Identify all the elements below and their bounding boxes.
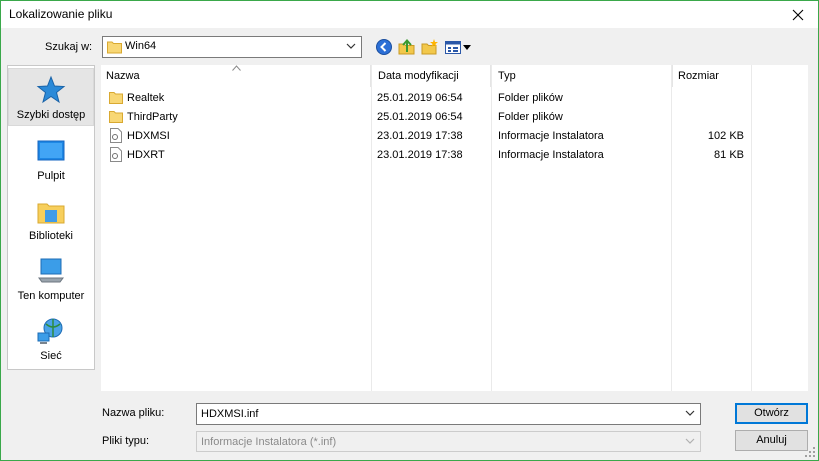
place-libraries[interactable]: Biblioteki [8, 188, 94, 246]
view-menu-button[interactable] [444, 38, 471, 56]
place-label: Pulpit [37, 170, 65, 182]
file-date: 23.01.2019 17:38 [377, 130, 463, 142]
desktop-icon [37, 140, 65, 161]
look-in-value: Win64 [125, 40, 157, 52]
chevron-down-icon [346, 43, 356, 49]
folder-icon [109, 92, 123, 104]
up-folder-icon[interactable] [398, 38, 416, 56]
close-icon [792, 9, 804, 20]
place-label: Biblioteki [28, 230, 74, 242]
places-bar: Szybki dostęp Pulpit Biblioteki Ten komp… [7, 65, 95, 370]
window-title: Lokalizowanie pliku [9, 7, 113, 21]
place-desktop[interactable]: Pulpit [8, 128, 94, 186]
folder-icon [109, 111, 123, 123]
file-type-value: Informacje Instalatora (*.inf) [201, 436, 337, 448]
file-type-label: Pliki typu: [102, 435, 150, 447]
resize-grip-icon[interactable] [805, 447, 815, 457]
column-header-type[interactable]: Typ [493, 65, 673, 87]
file-size: 81 KB [714, 149, 744, 161]
file-name-label: Nazwa pliku: [102, 407, 165, 419]
place-this-pc[interactable]: Ten komputer [8, 248, 94, 306]
file-list[interactable]: Nazwa Data modyfikacji Typ Rozmiar Realt… [101, 65, 808, 391]
column-header-size[interactable]: Rozmiar [673, 65, 751, 87]
chevron-down-icon [685, 438, 695, 444]
file-name-value: HDXMSI.inf [201, 408, 259, 420]
caret-down-icon [463, 45, 471, 50]
open-button[interactable]: Otwórz [735, 403, 808, 424]
network-icon [37, 318, 63, 344]
column-header-date[interactable]: Data modyfikacji [373, 65, 491, 87]
cancel-button[interactable]: Anuluj [735, 430, 808, 451]
inf-file-icon [110, 147, 122, 162]
file-open-dialog: Lokalizowanie pliku Szukaj w: Win64 Szyb… [0, 0, 819, 461]
table-row[interactable]: Realtek 25.01.2019 06:54 Folder plików [101, 89, 808, 108]
table-row[interactable]: HDXRT 23.01.2019 17:38 Informacje Instal… [101, 146, 808, 165]
file-name: ThirdParty [127, 111, 178, 123]
close-button[interactable] [778, 1, 818, 28]
look-in-combo[interactable]: Win64 [102, 36, 362, 58]
libraries-icon [37, 203, 65, 224]
back-icon[interactable] [375, 38, 393, 56]
file-type: Folder plików [498, 111, 563, 123]
star-icon [36, 75, 66, 104]
file-date: 25.01.2019 06:54 [377, 111, 463, 123]
file-type: Folder plików [498, 92, 563, 104]
file-size: 102 KB [707, 130, 744, 142]
file-name: HDXRT [127, 149, 165, 161]
view-list-icon [445, 41, 461, 54]
new-folder-icon[interactable] [421, 38, 439, 56]
inf-file-icon [110, 128, 122, 143]
column-header-name[interactable]: Nazwa [101, 65, 371, 87]
file-date: 25.01.2019 06:54 [377, 92, 463, 104]
table-row[interactable]: ThirdParty 25.01.2019 06:54 Folder plikó… [101, 108, 808, 127]
file-name: HDXMSI [127, 130, 170, 142]
folder-icon [107, 41, 122, 54]
chevron-down-icon [685, 410, 695, 416]
place-label: Szybki dostęp [16, 109, 86, 121]
file-type: Informacje Instalatora [498, 130, 604, 142]
look-in-label: Szukaj w: [45, 41, 93, 53]
computer-icon [38, 258, 64, 283]
place-label: Ten komputer [17, 290, 85, 302]
file-type: Informacje Instalatora [498, 149, 604, 161]
place-label: Sieć [40, 350, 62, 362]
title-bar: Lokalizowanie pliku [1, 1, 818, 28]
place-quick-access[interactable]: Szybki dostęp [8, 68, 94, 126]
file-date: 23.01.2019 17:38 [377, 149, 463, 161]
place-network[interactable]: Sieć [8, 308, 94, 366]
file-name-input[interactable]: HDXMSI.inf [196, 403, 701, 425]
table-row[interactable]: HDXMSI 23.01.2019 17:38 Informacje Insta… [101, 127, 808, 146]
file-type-select[interactable]: Informacje Instalatora (*.inf) [196, 431, 701, 452]
file-name: Realtek [127, 92, 165, 104]
